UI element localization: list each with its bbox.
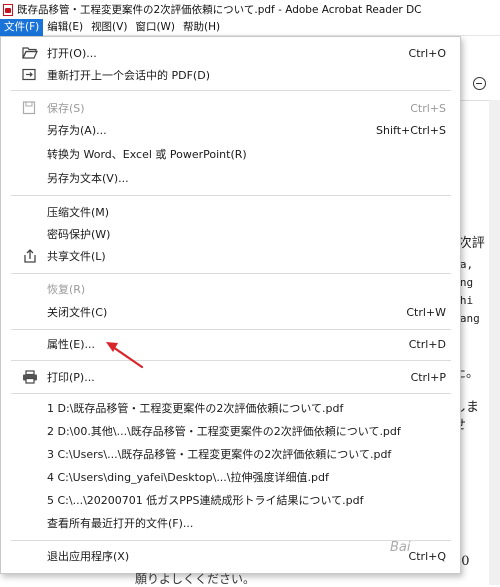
menu-item-password[interactable]: 密码保护(W)	[1, 223, 460, 245]
menu-item-compress[interactable]: 压缩文件(M)	[1, 201, 460, 223]
menu-separator	[11, 540, 451, 541]
menu-item-label: 打印(P)...	[47, 371, 95, 384]
menu-item-shortcut: Ctrl+S	[410, 101, 446, 115]
doc-text-line: 願りよしくください。	[135, 572, 256, 586]
reopen-session-icon	[22, 68, 38, 82]
menu-item-label: 恢复(R)	[47, 283, 86, 296]
document-scrollbar[interactable]	[489, 100, 500, 585]
menu-item-label: 查看所有最近打开的文件(F)...	[47, 517, 194, 530]
recent-file-item[interactable]: 2 D:\00.其他\...\既存品移管・工程変更案件の2次評価依頼について.p…	[1, 420, 460, 442]
menu-item-label: 4 C:\Users\ding_yafei\Desktop\...\拉伸强度详细…	[47, 471, 329, 484]
menu-item-convert[interactable]: 转换为 Word、Excel 或 PowerPoint(R)	[1, 143, 460, 165]
menu-item-shortcut: Shift+Ctrl+S	[376, 123, 446, 137]
folder-open-icon	[22, 46, 38, 60]
annotation-arrow-icon	[106, 342, 144, 369]
recent-file-item[interactable]: 1 D:\既存品移管・工程変更案件の2次評価依頼について.pdf	[1, 397, 460, 419]
menu-item-print[interactable]: 打印(P)... Ctrl+P	[1, 366, 460, 388]
pdf-file-icon	[3, 3, 13, 16]
menu-item-close[interactable]: 关闭文件(C) Ctrl+W	[1, 301, 460, 323]
menu-separator	[11, 273, 451, 274]
menu-item-label: 保存(S)	[47, 102, 85, 115]
menu-separator	[11, 195, 451, 196]
menu-item-label: 另存为文本(V)...	[47, 172, 129, 185]
menu-item-shortcut: Ctrl+O	[408, 46, 446, 60]
menu-help[interactable]: 帮助(H)	[179, 19, 224, 36]
menu-item-shortcut: Ctrl+D	[408, 337, 446, 351]
menu-view[interactable]: 视图(V)	[87, 19, 131, 36]
menu-window[interactable]: 窗口(W)	[131, 19, 179, 36]
menu-item-label: 属性(E)...	[47, 338, 96, 351]
save-icon	[22, 101, 38, 115]
menu-item-reopen[interactable]: 重新打开上一个会话中的 PDF(D)	[1, 64, 460, 86]
menu-item-label: 转换为 Word、Excel 或 PowerPoint(R)	[47, 148, 247, 161]
file-menu-dropdown: 打开(O)... Ctrl+O 重新打开上一个会话中的 PDF(D) 保存(S)…	[0, 36, 461, 574]
menu-file[interactable]: 文件(F)	[0, 18, 44, 36]
menu-item-label: 另存为(A)...	[47, 124, 107, 137]
menu-item-label: 打开(O)...	[47, 47, 97, 60]
menu-item-open[interactable]: 打开(O)... Ctrl+O	[1, 42, 460, 64]
menu-separator	[11, 329, 451, 330]
menu-edit[interactable]: 编辑(E)	[43, 19, 87, 36]
menu-item-label: 1 D:\既存品移管・工程変更案件の2次評価依頼について.pdf	[47, 402, 344, 415]
menu-separator	[11, 360, 451, 361]
recent-file-item[interactable]: 5 C:\...\20200701 低ガスPPS連続成形トライ結果について.pd…	[1, 489, 460, 511]
recent-file-item[interactable]: 4 C:\Users\ding_yafei\Desktop\...\拉伸强度详细…	[1, 466, 460, 488]
menu-item-label: 3 C:\Users\...\既存品移管・工程変更案件の2次評価依頼について.p…	[47, 448, 392, 461]
recent-file-item[interactable]: 3 C:\Users\...\既存品移管・工程変更案件の2次評価依頼について.p…	[1, 443, 460, 465]
title-bar: 既存品移管・工程変更案件の2次評価依頼について.pdf - Adobe Acro…	[0, 0, 500, 19]
menu-item-share[interactable]: 共享文件(L)	[1, 245, 460, 267]
printer-icon	[22, 370, 38, 384]
menu-item-shortcut: Ctrl+P	[410, 370, 446, 384]
menu-item-label: 关闭文件(C)	[47, 306, 108, 319]
menu-item-save-text[interactable]: 另存为文本(V)...	[1, 167, 460, 189]
menu-item-shortcut: Ctrl+W	[406, 305, 446, 319]
menu-item-label: 密码保护(W)	[47, 228, 111, 241]
menu-item-label: 压缩文件(M)	[47, 206, 110, 219]
menu-separator	[11, 393, 451, 394]
menu-item-revert[interactable]: 恢复(R)	[1, 278, 460, 300]
watermark: Bai	[390, 540, 411, 555]
menu-item-view-all-recent[interactable]: 查看所有最近打开的文件(F)...	[1, 512, 460, 534]
menu-item-label: 共享文件(L)	[47, 250, 106, 263]
menu-item-properties[interactable]: 属性(E)... Ctrl+D	[1, 333, 460, 355]
menu-item-save[interactable]: 保存(S) Ctrl+S	[1, 97, 460, 119]
menu-item-label: 2 D:\00.其他\...\既存品移管・工程変更案件の2次評価依頼について.p…	[47, 425, 401, 438]
menu-item-save-as[interactable]: 另存为(A)... Shift+Ctrl+S	[1, 119, 460, 141]
menu-bar: 文件(F) 编辑(E) 视图(V) 窗口(W) 帮助(H)	[0, 18, 500, 36]
menu-item-shortcut: Ctrl+Q	[408, 549, 446, 563]
zoom-out-icon[interactable]	[473, 77, 486, 90]
share-icon	[22, 249, 38, 263]
menu-separator	[11, 90, 451, 91]
menu-item-label: 退出应用程序(X)	[47, 550, 130, 563]
window-title: 既存品移管・工程変更案件の2次評価依頼について.pdf - Adobe Acro…	[17, 4, 422, 16]
menu-item-label: 5 C:\...\20200701 低ガスPPS連続成形トライ結果について.pd…	[47, 494, 364, 507]
menu-item-label: 重新打开上一个会话中的 PDF(D)	[47, 69, 210, 82]
